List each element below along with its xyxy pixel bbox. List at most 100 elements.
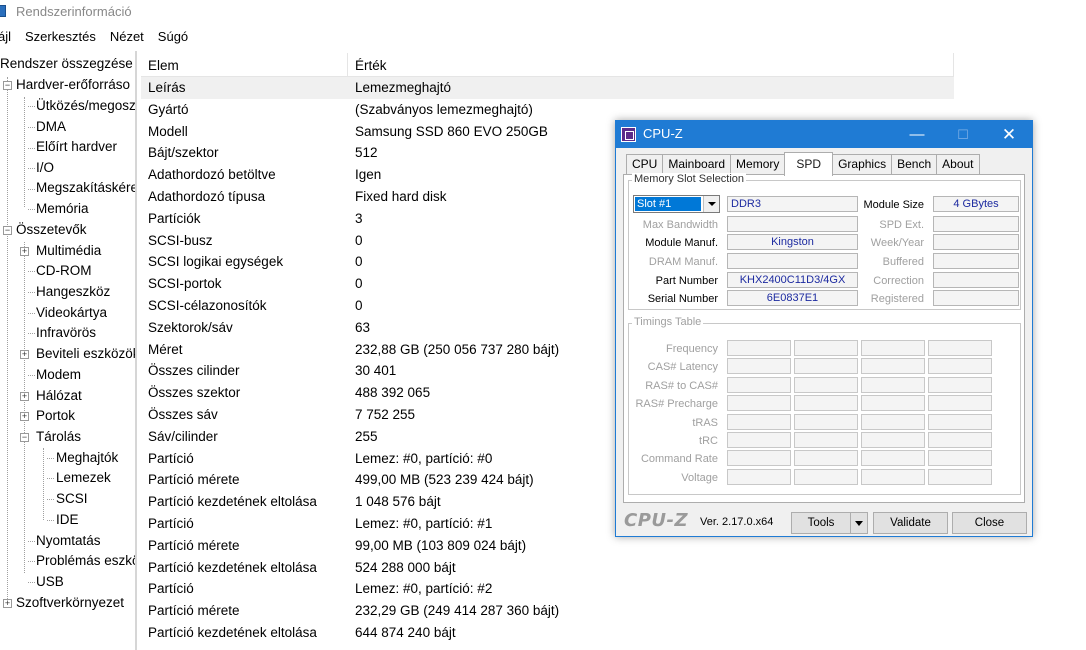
column-header-value[interactable]: Érték [348,53,954,77]
close-icon[interactable]: ✕ [986,121,1032,148]
timing-cell [794,395,858,412]
tree-item-printing[interactable]: Nyomtatás [36,531,101,551]
menu-edit[interactable]: Szerkesztés [25,27,103,47]
detail-value: Lemez: #0, partíció: #1 [355,516,493,531]
tree-item-irqs[interactable]: Megszakításkére [36,178,135,198]
slot-dropdown[interactable]: Slot #1 [633,195,720,213]
detail-row[interactable]: Leírás Lemezmeghajtó [141,77,954,99]
tree-item-label: Infravörös [36,325,97,340]
detail-item: Partíció mérete [148,472,240,488]
detail-item: Bájt/szektor [148,145,219,161]
tab-memory[interactable]: Memory [730,154,786,175]
column-header-item[interactable]: Elem [141,53,348,77]
tree-item-system-summary[interactable]: Rendszer összegzése [0,54,133,74]
validate-button[interactable]: Validate [873,512,948,534]
module-manuf-label: Module Manuf. [645,237,718,249]
tools-button[interactable]: Tools [791,512,851,534]
timing-cell [794,340,858,356]
tree-item-scsi[interactable]: SCSI [56,489,88,509]
timing-cell [861,358,925,375]
tab-mainboard[interactable]: Mainboard [662,154,732,175]
detail-value: 7 752 255 [355,407,416,422]
timing-label: Command Rate [640,453,718,466]
tree-item-label: CD-ROM [36,263,92,278]
tree-item-drives[interactable]: Meghajtók [56,448,118,468]
detail-item: Méret [148,341,183,357]
tree-item-memory[interactable]: Memória [36,199,89,219]
expand-icon[interactable]: + [20,412,29,421]
tree-item-label: Multimédia [36,243,102,258]
tree-item-forced-hardware[interactable]: Előírt hardver [36,137,117,157]
tree-item-problem-devices[interactable]: Problémás eszkö [36,551,135,571]
tree-item-components[interactable]: − Összetevők [0,220,87,240]
expand-icon[interactable]: + [20,247,29,256]
tab-spd[interactable]: SPD [784,152,834,176]
tree-item-disks[interactable]: Lemezek [56,468,111,488]
tree-item-ports[interactable]: + Portok [20,406,75,426]
week-year-field [933,234,1019,250]
timing-cell [861,432,925,448]
detail-item: Adathordozó betöltve [148,167,276,183]
tree-item-usb[interactable]: USB [36,572,64,592]
tree-item-label: Hálózat [36,388,82,403]
tab-graphics[interactable]: Graphics [832,154,893,175]
tree-item-io[interactable]: I/O [36,158,54,178]
tab-cpu[interactable]: CPU [626,154,664,175]
spd-ext-label: SPD Ext. [879,219,924,231]
menu-help[interactable]: Súgó [158,27,195,47]
tools-dropdown-arrow-icon[interactable] [850,512,868,534]
collapse-icon[interactable]: − [3,81,12,90]
detail-row[interactable]: Partíció kezdetének eltolása 524 288 000 … [141,557,954,579]
tree-item-hardware-resources[interactable]: − Hardver-erőforráso [0,75,130,95]
minimize-icon[interactable]: — [894,121,940,148]
detail-row[interactable]: Partíció kezdetének eltolása 644 874 240 … [141,622,954,644]
tree-item-storage[interactable]: − Tárolás [20,427,81,447]
tree-item-ide[interactable]: IDE [56,510,79,530]
tree-item-input[interactable]: + Beviteli eszközök [20,344,135,364]
slot-dropdown-value: Slot #1 [635,197,701,211]
cpuz-titlebar[interactable]: CPU-Z — ☐ ✕ [616,121,1032,148]
collapse-icon[interactable]: − [3,226,12,235]
tab-bench[interactable]: Bench [891,154,938,175]
menu-view[interactable]: Nézet [110,27,151,47]
memory-type-field: DDR3 [727,196,858,212]
tree-item-conflicts[interactable]: Ütközés/megosz [36,96,136,116]
spd-ext-field [933,216,1019,232]
tree-item-label: Előírt hardver [36,139,118,154]
tree-item-infrared[interactable]: Infravörös [36,323,96,343]
maximize-icon: ☐ [957,127,969,142]
tree-item-dma[interactable]: DMA [36,117,66,137]
tree-item-cdrom[interactable]: CD-ROM [36,261,92,281]
detail-row[interactable]: Partíció Lemez: #0, partíció: #2 [141,578,954,600]
detail-row[interactable]: Partíció mérete 99,00 MB (103 809 024 báj… [141,535,954,557]
timing-cell [794,413,858,430]
category-tree[interactable]: Rendszer összegzése − Hardver-erőforráso… [0,51,137,650]
expand-icon[interactable]: + [3,599,12,608]
menu-file[interactable]: ájl [0,27,18,47]
expand-icon[interactable]: + [20,350,29,359]
collapse-icon[interactable]: − [20,433,29,442]
buffered-label: Buffered [882,256,924,268]
detail-row[interactable]: Gyártó (Szabványos lemezmeghajtó) [141,99,954,121]
detail-value: 0 [355,276,363,292]
detail-item: Partíciók [148,210,201,226]
tree-item-display[interactable]: Videokártya [36,303,107,323]
tree-item-sound-device[interactable]: Hangeszköz [36,282,110,302]
detail-row[interactable]: Partíció mérete 232,29 GB (249 414 287 36… [141,600,954,622]
max-bandwidth-label: Max Bandwidth [642,219,718,231]
detail-value: 488 392 065 [355,385,431,401]
tab-about[interactable]: About [936,154,980,175]
tree-item-software-environment[interactable]: + Szoftverkörnyezet [0,593,124,613]
timing-cell [727,376,791,393]
window-titlebar: Rendszerinformáció [0,0,1086,24]
detail-value: 0 [355,298,363,313]
close-button[interactable]: Close [952,512,1027,534]
tree-item-multimedia[interactable]: + Multimédia [20,241,101,261]
tree-item-label: Ütközés/megosz [36,98,136,113]
tree-item-modem[interactable]: Modem [36,365,81,385]
detail-value: Lemezmeghajtó [355,80,452,95]
tree-item-network[interactable]: + Hálózat [20,386,82,406]
cpuz-footer: CPU-Z Ver. 2.17.0.x64 Tools Validate Clo… [616,509,1032,535]
expand-icon[interactable]: + [20,392,29,401]
tree-item-label: SCSI [56,491,88,506]
